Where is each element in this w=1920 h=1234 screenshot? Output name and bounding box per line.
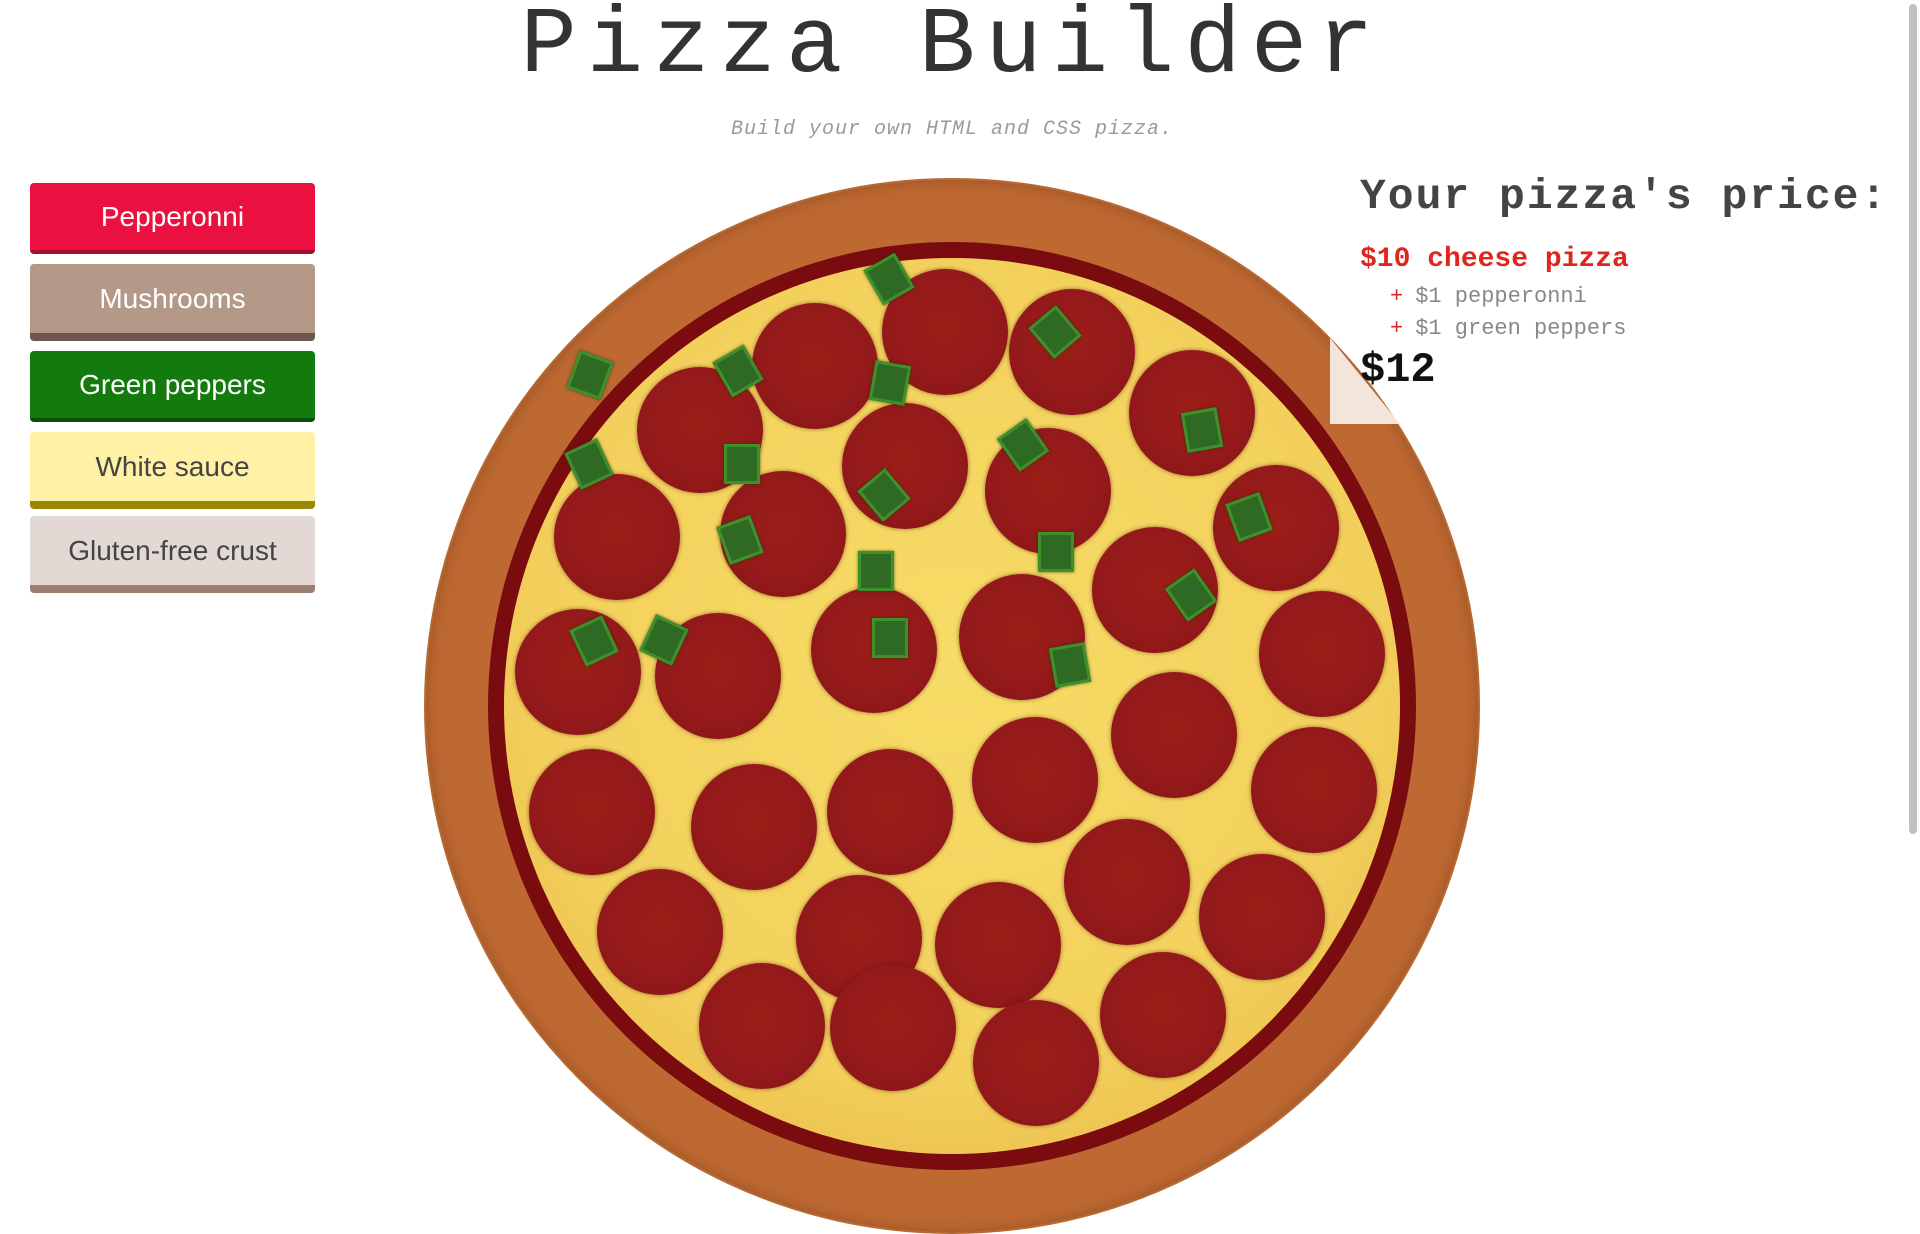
green-pepper-piece: [872, 618, 908, 658]
pepperoni-slice: [597, 869, 723, 995]
green-pepper-piece: [868, 360, 912, 406]
pepperoni-slice: [830, 965, 956, 1091]
pepperoni-slice: [1199, 854, 1325, 980]
page-subtitle: Build your own HTML and CSS pizza.: [730, 118, 1174, 141]
pepperoni-slice: [691, 764, 817, 890]
pepperoni-slice: [1111, 672, 1237, 798]
pepperoni-button[interactable]: Pepperonni: [30, 183, 315, 254]
total-price: $12: [1360, 346, 1436, 394]
gluten-free-crust-button[interactable]: Gluten-free crust: [30, 516, 315, 593]
base-price: $10 cheese pizza: [1360, 244, 1629, 275]
green-peppers-button[interactable]: Green peppers: [30, 351, 315, 422]
green-pepper-piece: [858, 551, 894, 591]
pepperoni-slice: [1259, 591, 1385, 717]
price-title: Your pizza's price:: [1360, 172, 1889, 221]
addon-label: $1 green peppers: [1415, 316, 1627, 341]
green-pepper-piece: [1038, 532, 1074, 572]
mushrooms-button[interactable]: Mushrooms: [30, 264, 315, 341]
green-pepper-piece: [1048, 642, 1092, 688]
pizza: [424, 178, 1480, 1234]
page-title: Pizza Builder: [520, 0, 1384, 100]
pepperoni-slice: [752, 303, 878, 429]
green-pepper-piece: [724, 444, 760, 484]
white-sauce-button[interactable]: White sauce: [30, 432, 315, 509]
pepperoni-slice: [529, 749, 655, 875]
pepperoni-slice: [699, 963, 825, 1089]
pepperoni-slice: [973, 1000, 1099, 1126]
addon-label: $1 pepperonni: [1415, 284, 1587, 309]
pepperoni-slice: [1064, 819, 1190, 945]
plus-sign: +: [1390, 284, 1404, 309]
addon-list: + $1 pepperonni + $1 green peppers: [1390, 281, 1626, 345]
green-pepper-piece: [1180, 407, 1224, 453]
scrollbar[interactable]: [1904, 0, 1920, 1080]
pepperoni-slice: [1213, 465, 1339, 591]
plus-sign: +: [1390, 316, 1404, 341]
pepperoni-slice: [972, 717, 1098, 843]
pepperoni-slice: [842, 403, 968, 529]
pepperoni-slice: [1009, 289, 1135, 415]
pepperoni-slice: [935, 882, 1061, 1008]
pepperoni-slice: [1251, 727, 1377, 853]
pepperoni-slice: [1100, 952, 1226, 1078]
pepperoni-slice: [827, 749, 953, 875]
addon-item: + $1 pepperonni: [1390, 281, 1626, 313]
addon-item: + $1 green peppers: [1390, 313, 1626, 345]
scrollbar-thumb[interactable]: [1909, 4, 1917, 834]
pepperoni-slice: [554, 474, 680, 600]
